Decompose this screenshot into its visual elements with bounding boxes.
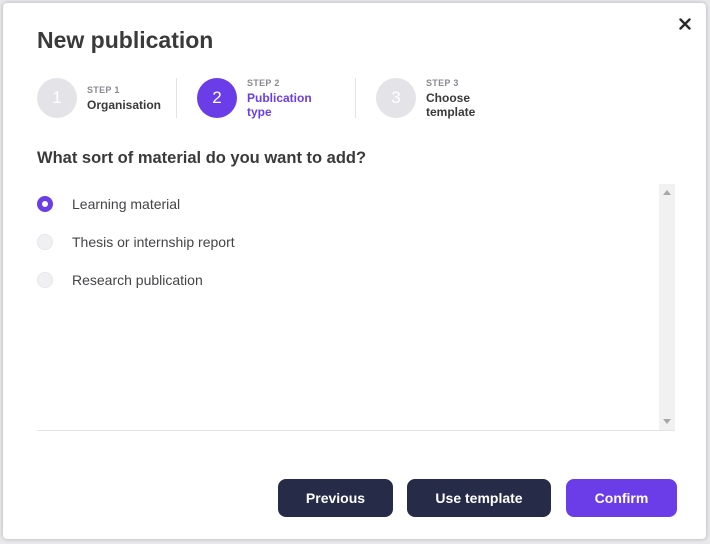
options-list: Learning material Thesis or internship r… — [37, 184, 675, 431]
step-kicker: STEP 3 — [426, 77, 459, 88]
step-label: Publication type — [247, 90, 312, 119]
step-organisation[interactable]: 1 STEP 1 Organisation — [37, 78, 161, 118]
close-icon — [679, 18, 691, 30]
step-divider — [355, 78, 356, 118]
step-label: Organisation — [87, 97, 162, 112]
option-research-publication[interactable]: Research publication — [37, 269, 203, 291]
option-thesis-report[interactable]: Thesis or internship report — [37, 231, 235, 253]
radio-button-checked[interactable] — [37, 196, 53, 212]
step-publication-type[interactable]: 2 STEP 2 Publication type — [197, 77, 312, 119]
new-publication-dialog: New publication 1 STEP 1 Organisation 2 … — [3, 3, 706, 539]
step-number: 2 — [197, 78, 237, 118]
radio-button[interactable] — [37, 234, 53, 250]
option-learning-material[interactable]: Learning material — [37, 193, 180, 215]
step-number: 3 — [376, 78, 416, 118]
use-template-button[interactable]: Use template — [407, 479, 551, 517]
dialog-title: New publication — [37, 27, 214, 53]
step-number: 1 — [37, 78, 77, 118]
step-kicker: STEP 2 — [247, 77, 280, 88]
step-kicker: STEP 1 — [87, 84, 120, 95]
previous-button[interactable]: Previous — [278, 479, 393, 517]
scroll-down-icon[interactable] — [663, 419, 671, 424]
step-divider — [176, 78, 177, 118]
vertical-scrollbar[interactable] — [659, 184, 675, 430]
step-label: Choose template — [426, 90, 476, 119]
radio-button[interactable] — [37, 272, 53, 288]
step-choose-template[interactable]: 3 STEP 3 Choose template — [376, 77, 476, 119]
close-button[interactable] — [675, 14, 695, 34]
question-heading: What sort of material do you want to add… — [37, 149, 367, 167]
confirm-button[interactable]: Confirm — [566, 479, 677, 517]
option-label: Research publication — [72, 272, 203, 288]
option-label: Thesis or internship report — [72, 234, 235, 250]
option-label: Learning material — [72, 196, 181, 212]
scroll-up-icon[interactable] — [663, 190, 671, 195]
